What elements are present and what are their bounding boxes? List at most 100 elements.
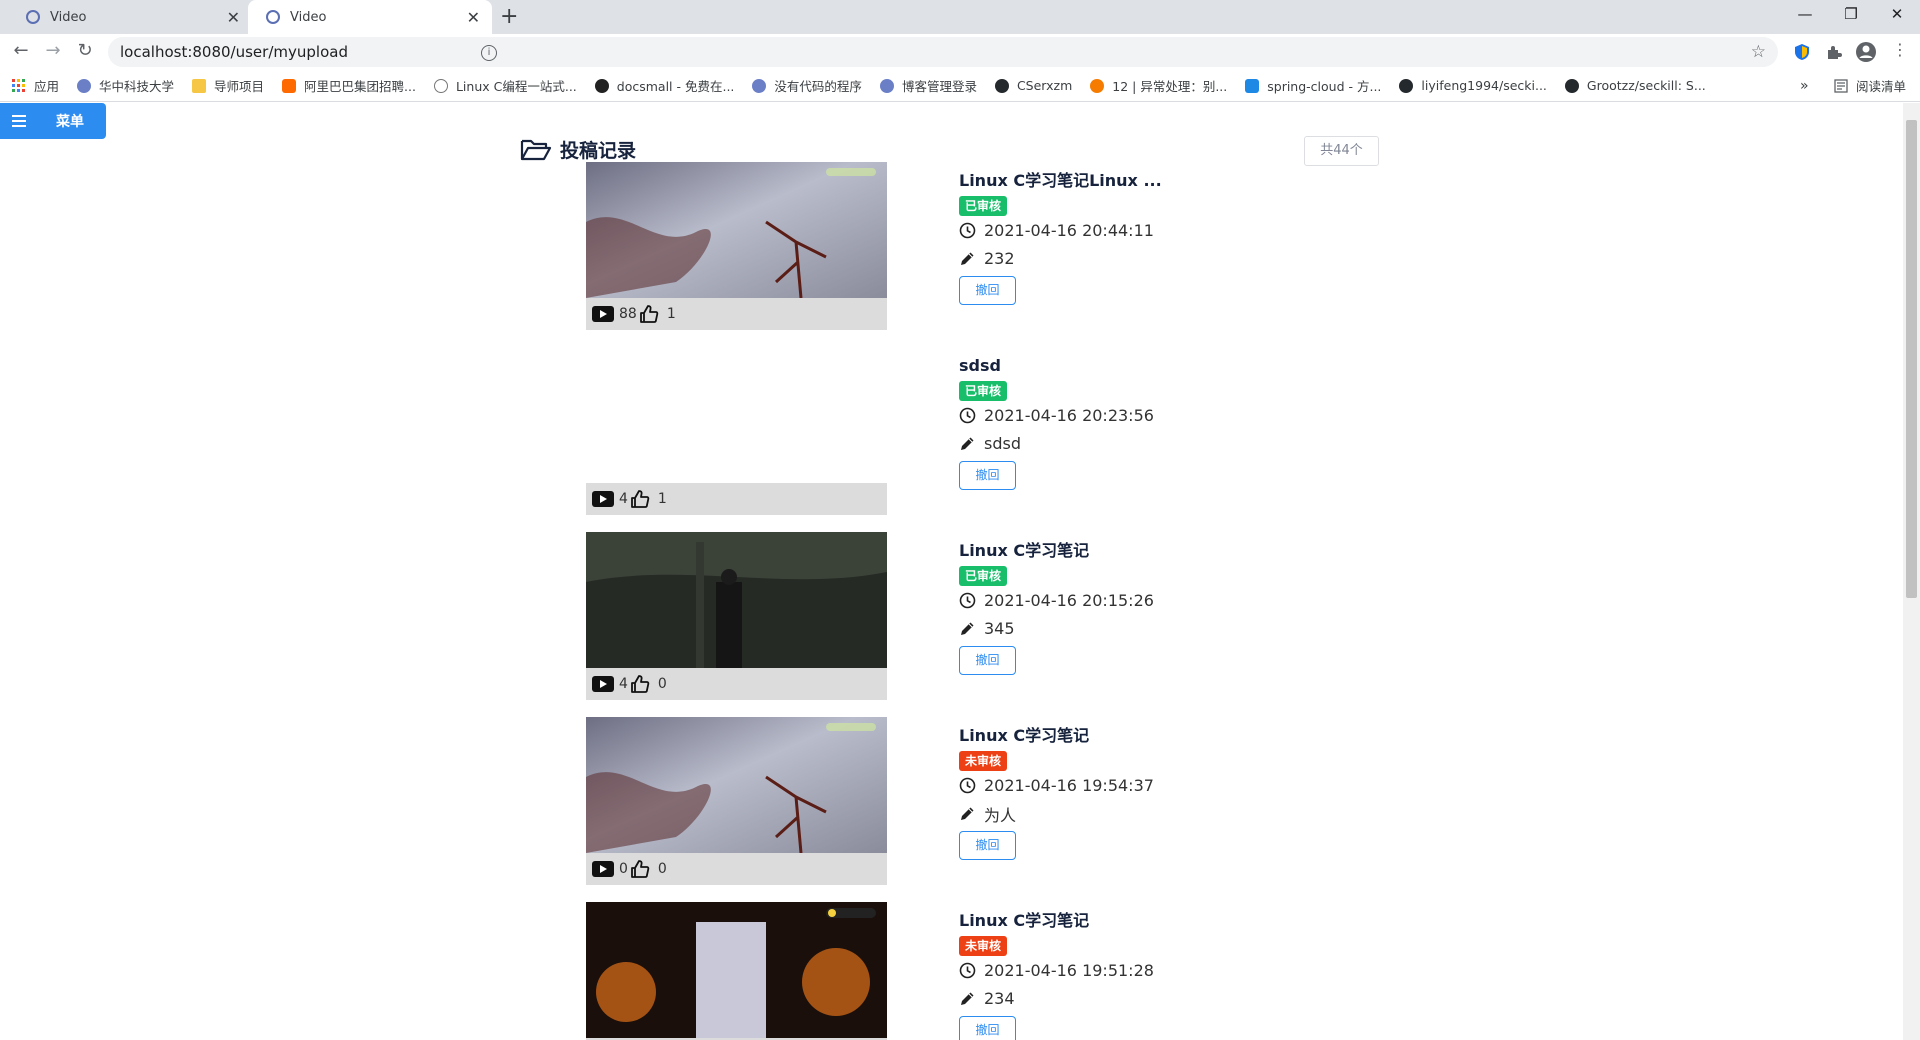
site-favicon-icon [26, 10, 40, 24]
bookmark-item[interactable]: 12 | 异常处理：别... [1090, 76, 1227, 95]
bookmark-apps[interactable]: 应用 [12, 76, 59, 95]
thumbs-up-icon[interactable] [639, 304, 659, 324]
close-tab-icon[interactable]: ✕ [467, 8, 480, 27]
bookmark-item[interactable]: liyifeng1994/secki... [1399, 78, 1547, 93]
thumbs-up-icon[interactable] [630, 859, 650, 879]
video-thumbnail-image [586, 532, 887, 668]
upload-info: Linux C学习笔记 未审核 2021-04-16 19:54:37 为人 撤回 [959, 725, 1359, 860]
withdraw-button[interactable]: 撤回 [959, 1016, 1016, 1040]
upload-description: 232 [959, 245, 1359, 272]
upload-time: 2021-04-16 19:51:28 [959, 957, 1359, 984]
withdraw-button[interactable]: 撤回 [959, 646, 1016, 675]
reload-icon[interactable]: ↻ [73, 40, 97, 61]
bookmark-item[interactable]: Linux C编程一站式... [433, 76, 577, 95]
bookmark-item[interactable]: 阿里巴巴集团招聘... [282, 76, 416, 95]
upload-info: Linux C学习笔记 已审核 2021-04-16 20:15:26 345 撤回 [959, 540, 1359, 675]
pencil-icon [961, 807, 974, 820]
url-text: localhost:8080/user/myupload [120, 43, 348, 61]
bookmark-item[interactable]: docsmall - 免费在... [594, 76, 735, 95]
upload-item: Linux C学习笔记 未审核 2021-04-16 19:51:28 234 撤回 [586, 902, 1386, 1040]
minimize-button[interactable]: — [1782, 0, 1828, 30]
profile-avatar-icon[interactable] [1855, 41, 1877, 63]
upload-time-text: 2021-04-16 20:23:56 [984, 406, 1154, 425]
site-info-icon[interactable]: i [481, 45, 497, 61]
close-tab-icon[interactable]: ✕ [227, 8, 240, 27]
apps-grid-icon [12, 78, 25, 92]
upload-item: 4 0 Linux C学习笔记 已审核 2021-04-16 20:15:26 345 撤回 [586, 532, 1386, 700]
pencil-icon [961, 252, 974, 265]
video-thumbnail-image [586, 717, 887, 853]
video-title[interactable]: Linux C学习笔记 [959, 540, 1359, 562]
video-title[interactable]: Linux C学习笔记Linux ... [959, 170, 1359, 192]
new-tab-button[interactable]: + [500, 4, 518, 29]
upload-item: 0 0 Linux C学习笔记 未审核 2021-04-16 19:54:37 为人 撤回 [586, 717, 1386, 885]
bookmark-item[interactable]: 华中科技大学 [77, 76, 174, 95]
clock-icon [959, 962, 976, 979]
f-logo-icon [1245, 78, 1260, 93]
video-thumbnail[interactable] [586, 902, 887, 1040]
back-arrow-icon[interactable]: ← [9, 40, 33, 61]
bookmark-item[interactable]: CSerxzm [994, 78, 1072, 93]
reading-list-icon [1834, 78, 1848, 93]
site-favicon-icon [266, 10, 280, 24]
video-thumbnail[interactable]: 88 1 [586, 162, 887, 330]
bookmark-label: Linux C编程一站式... [455, 79, 577, 94]
bookmark-item[interactable]: Grootzz/seckill: S... [1564, 78, 1706, 93]
bookmark-label: 导师项目 [214, 79, 265, 94]
upload-time-text: 2021-04-16 20:15:26 [984, 591, 1154, 610]
upload-time: 2021-04-16 19:54:37 [959, 772, 1359, 799]
browser-tab-2[interactable]: Video ✕ [248, 0, 492, 34]
browser-tab-1[interactable]: Video ✕ [8, 0, 252, 34]
bookmark-item[interactable]: 博客管理登录 [879, 76, 977, 95]
upload-info: sdsd 已审核 2021-04-16 20:23:56 sdsd 撤回 [959, 355, 1359, 490]
status-badge: 未审核 [959, 751, 1008, 771]
folder-open-icon [520, 139, 552, 160]
video-stats-bar: 00 [586, 853, 887, 885]
status-badge: 已审核 [959, 196, 1008, 216]
upload-description: 345 [959, 615, 1359, 642]
video-thumbnail[interactable]: 40 [586, 532, 887, 700]
upload-description-text: 232 [984, 249, 1015, 268]
bookmark-star-icon[interactable]: ☆ [1751, 42, 1766, 62]
bookmark-item[interactable]: spring-cloud - 方... [1245, 76, 1381, 95]
scrollbar-thumb[interactable] [1906, 120, 1917, 598]
upload-time: 2021-04-16 20:23:56 [959, 402, 1359, 429]
withdraw-button[interactable]: 撤回 [959, 461, 1016, 490]
menu-button[interactable]: 菜单 [0, 103, 106, 139]
clock-icon [959, 592, 976, 609]
bookmark-label: docsmall - 免费在... [616, 79, 735, 94]
video-title[interactable]: Linux C学习笔记 [959, 910, 1359, 932]
close-window-button[interactable]: ✕ [1874, 0, 1920, 30]
restore-button[interactable]: ❐ [1828, 0, 1874, 30]
puzzle-extension-icon[interactable] [1824, 42, 1844, 62]
shield-extension-icon[interactable] [1792, 42, 1812, 62]
reading-list-button[interactable]: 阅读清单 [1834, 76, 1906, 95]
withdraw-button[interactable]: 撤回 [959, 831, 1016, 860]
address-bar[interactable]: i localhost:8080/user/myupload ☆ [108, 37, 1778, 67]
more-menu-icon[interactable]: ⋮ [1888, 40, 1912, 59]
bookmark-item[interactable]: 导师项目 [192, 76, 264, 95]
withdraw-button[interactable]: 撤回 [959, 276, 1016, 305]
tab-strip: Video ✕ Video ✕ + — ❐ ✕ [0, 0, 1920, 34]
bookmark-item[interactable]: 没有代码的程序 [752, 76, 862, 95]
video-title[interactable]: Linux C学习笔记 [959, 725, 1359, 747]
tab-title: Video [290, 9, 327, 25]
video-stats-bar: 41 [586, 483, 887, 515]
folder-icon [192, 78, 207, 93]
reading-list-label: 阅读清单 [1856, 79, 1907, 94]
play-icon [592, 306, 614, 322]
bookmarks-bar: 应用 华中科技大学 导师项目 阿里巴巴集团招聘... Linux C编程一站式.… [0, 70, 1920, 102]
thumbs-up-icon[interactable] [630, 489, 650, 509]
video-thumbnail-image [586, 162, 887, 298]
view-count: 4 [619, 676, 628, 692]
clock-icon [959, 777, 976, 794]
forward-arrow-icon[interactable]: → [41, 40, 65, 61]
upload-time: 2021-04-16 20:15:26 [959, 587, 1359, 614]
video-thumbnail[interactable]: 41 [586, 347, 887, 515]
more-bookmarks-button[interactable]: » [1800, 78, 1809, 94]
like-count: 1 [666, 306, 676, 322]
bookmark-label: liyifeng1994/secki... [1421, 78, 1547, 93]
video-title[interactable]: sdsd [959, 355, 1359, 377]
thumbs-up-icon[interactable] [630, 674, 650, 694]
video-thumbnail[interactable]: 00 [586, 717, 887, 885]
